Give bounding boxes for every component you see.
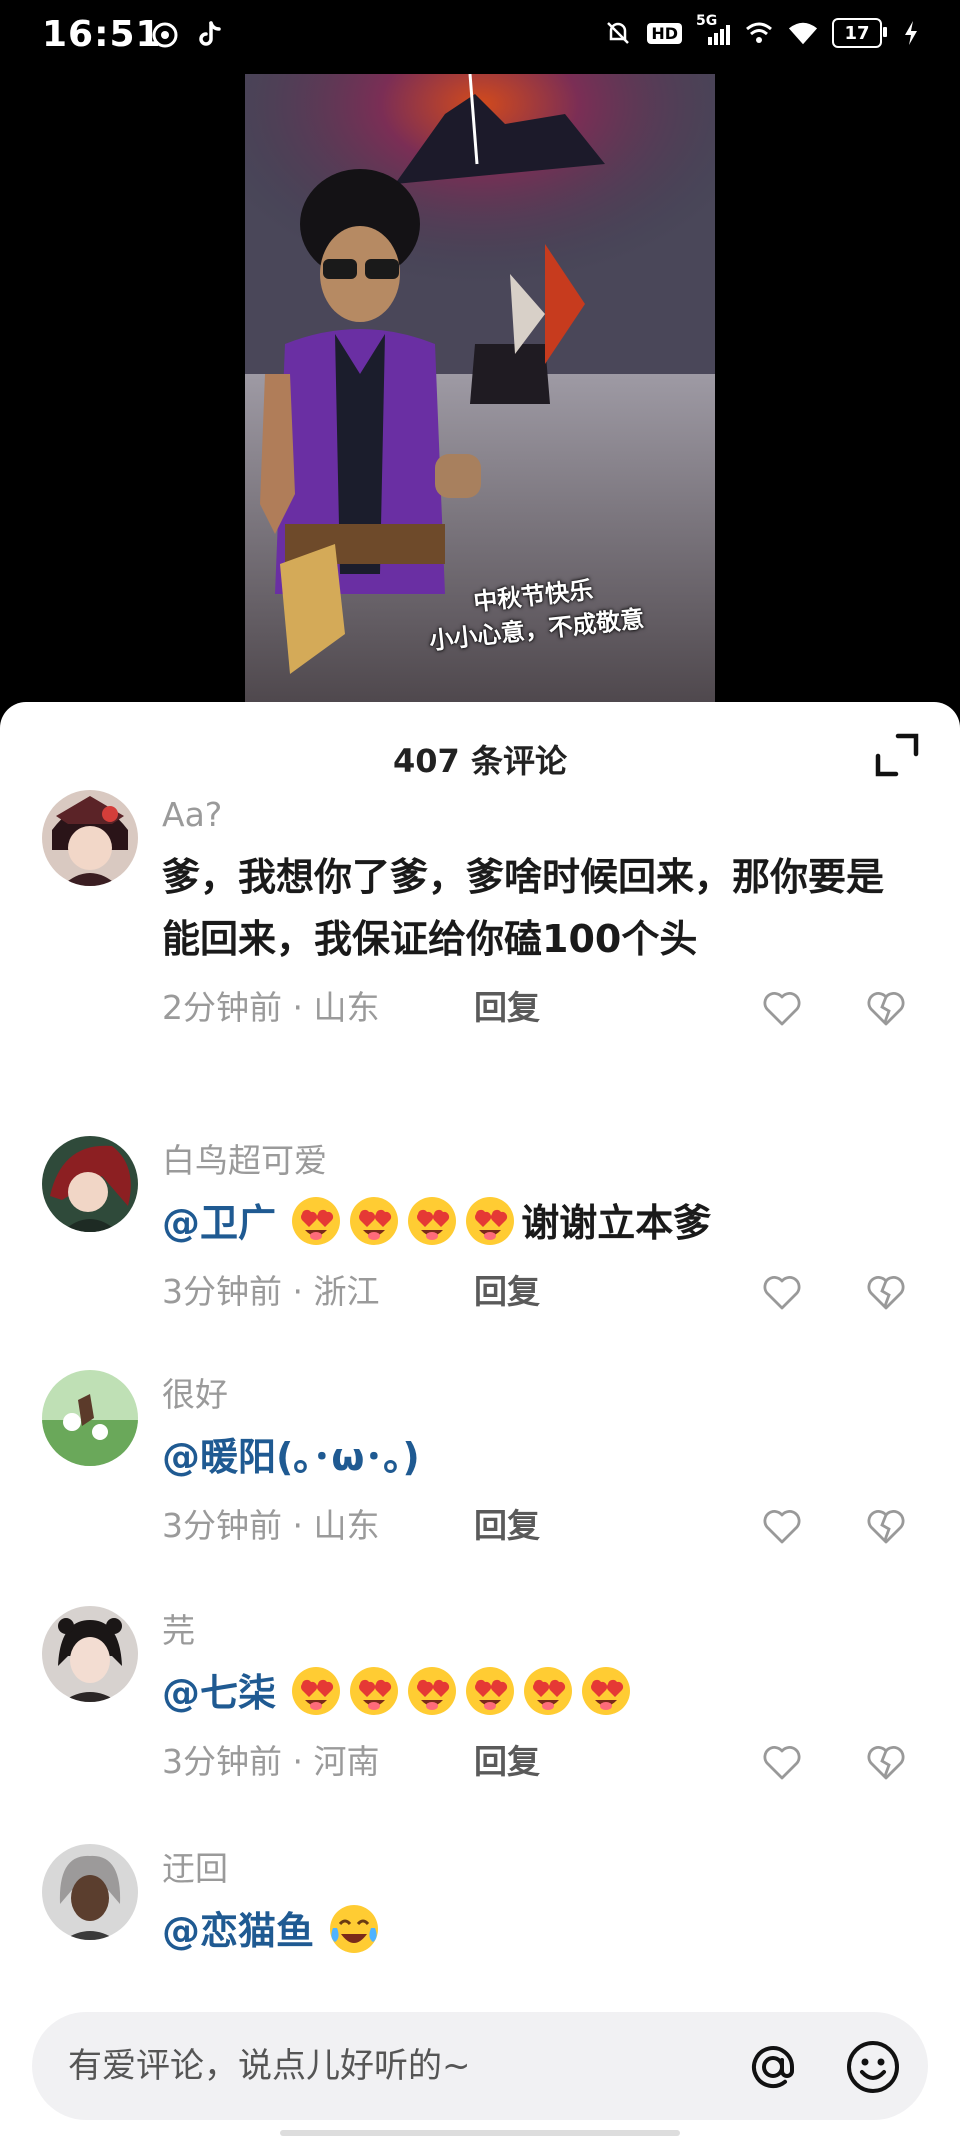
mention-link[interactable]: @七柒 [162,1671,276,1715]
wifi-icon [788,18,818,48]
heart-eyes-emoji-icon [289,1664,343,1718]
heart-icon[interactable] [762,1272,802,1312]
comment-username[interactable]: 很好 [162,1370,902,1420]
comment-sheet: 407 条评论 Aa? 爹，我想你了爹，爹啥时候回来，那你要是能回来，我保证给你… [0,702,960,2140]
at-mention-icon[interactable] [744,2038,802,2096]
swirl-app-icon [150,20,180,50]
heart-eyes-emoji-icon [463,1194,517,1248]
comment-input-placeholder[interactable]: 有爱评论，说点儿好听的~ [68,2012,471,2120]
comment-text: @七柒 [162,1662,902,1724]
charging-icon [896,18,926,48]
tiktok-icon [194,20,224,50]
mention-link[interactable]: @恋猫鱼 [162,1909,314,1953]
reply-button[interactable]: 回复 [474,1496,540,1556]
comment-body: 白鸟超可爱 @卫广 谢谢立本爹 3分钟前 · 浙江 回复 [162,1136,905,1322]
video-player[interactable]: 中秋节快乐 小小心意，不成敬意 [0,72,960,712]
comment-meta: 3分钟前 · 河南 回复 [162,1732,905,1792]
comments-count-title: 407 条评论 [393,742,567,780]
comment-body: 很好 @暖阳(｡･ω･｡) 3分钟前 · 山东 回复 [162,1370,905,1556]
broken-heart-icon[interactable] [866,1742,906,1782]
status-bar: 16:51 HD 5G 17 [0,0,960,72]
wifi-call-icon [744,18,774,48]
heart-eyes-emoji-icon [347,1664,401,1718]
reply-button[interactable]: 回复 [474,978,540,1038]
emoji-picker-icon[interactable] [844,2038,902,2096]
heart-eyes-emoji-icon [289,1194,343,1248]
hd-badge: HD [647,22,682,44]
avatar[interactable] [42,790,138,886]
comment-body: 迂回 @恋猫鱼 [162,1844,902,1962]
comment-text: @卫广 谢谢立本爹 [162,1192,902,1254]
network-type: 5G [696,13,718,29]
avatar[interactable] [42,1844,138,1940]
comment-time-location: 3分钟前 · 河南 [162,1742,380,1781]
heart-eyes-emoji-icon [405,1664,459,1718]
broken-heart-icon[interactable] [866,1506,906,1546]
avatar[interactable] [42,1370,138,1466]
battery-level: 17 [844,22,870,44]
video-frame[interactable]: 中秋节快乐 小小心意，不成敬意 [245,74,715,710]
comment-text: @暖阳(｡･ω･｡) [162,1426,902,1488]
comment-input-bar[interactable]: 有爱评论，说点儿好听的~ [32,2012,928,2120]
reply-button[interactable]: 回复 [474,1262,540,1322]
broken-heart-icon[interactable] [866,988,906,1028]
expand-icon[interactable] [874,732,920,778]
reply-button[interactable]: 回复 [474,1732,540,1792]
heart-eyes-emoji-icon [521,1664,575,1718]
comment-suffix-text: 谢谢立本爹 [521,1201,712,1245]
home-indicator[interactable] [280,2130,680,2136]
comment-time-location: 3分钟前 · 浙江 [162,1272,380,1311]
comment-username[interactable]: 芫 [162,1606,902,1656]
comment-time-location: 2分钟前 · 山东 [162,988,380,1027]
heart-icon[interactable] [762,1506,802,1546]
comment-username[interactable]: 白鸟超可爱 [162,1136,902,1186]
app-screen: 16:51 HD 5G 17 中秋节快乐 小小心意，不成敬意 407 条评论 A… [0,0,960,2140]
heart-icon[interactable] [762,988,802,1028]
cellular-signal-icon: 5G [696,13,730,47]
broken-heart-icon[interactable] [866,1272,906,1312]
heart-eyes-emoji-icon [405,1194,459,1248]
comment-time-location: 3分钟前 · 山东 [162,1506,380,1545]
comment-meta: 3分钟前 · 浙江 回复 [162,1262,905,1322]
avatar[interactable] [42,1136,138,1232]
comment-meta: 3分钟前 · 山东 回复 [162,1496,905,1556]
status-notification-icons [150,20,224,50]
comment-meta: 2分钟前 · 山东 回复 [162,978,905,1038]
heart-eyes-emoji-icon [579,1664,633,1718]
mention-link[interactable]: @暖阳(｡･ω･｡) [162,1435,420,1479]
status-system-icons: HD 5G 17 [603,13,926,48]
status-time: 16:51 [42,14,162,55]
comment-text: 爹，我想你了爹，爹啥时候回来，那你要是能回来，我保证给你磕100个头 [162,855,885,961]
heart-icon[interactable] [762,1742,802,1782]
comment-body: Aa? 爹，我想你了爹，爹啥时候回来，那你要是能回来，我保证给你磕100个头 2… [162,790,905,1038]
comment-body: 芫 @七柒 3分钟前 · 河南 回复 [162,1606,905,1792]
laughing-crying-emoji-icon [327,1902,381,1956]
battery-indicator: 17 [832,18,887,48]
avatar[interactable] [42,1606,138,1702]
heart-eyes-emoji-icon [463,1664,517,1718]
comment-username[interactable]: 迂回 [162,1844,902,1894]
comment-username[interactable]: Aa? [162,790,902,840]
mention-link[interactable]: @卫广 [162,1201,276,1245]
heart-eyes-emoji-icon [347,1194,401,1248]
comment-text: @恋猫鱼 [162,1900,902,1962]
mute-bell-icon [603,18,633,48]
